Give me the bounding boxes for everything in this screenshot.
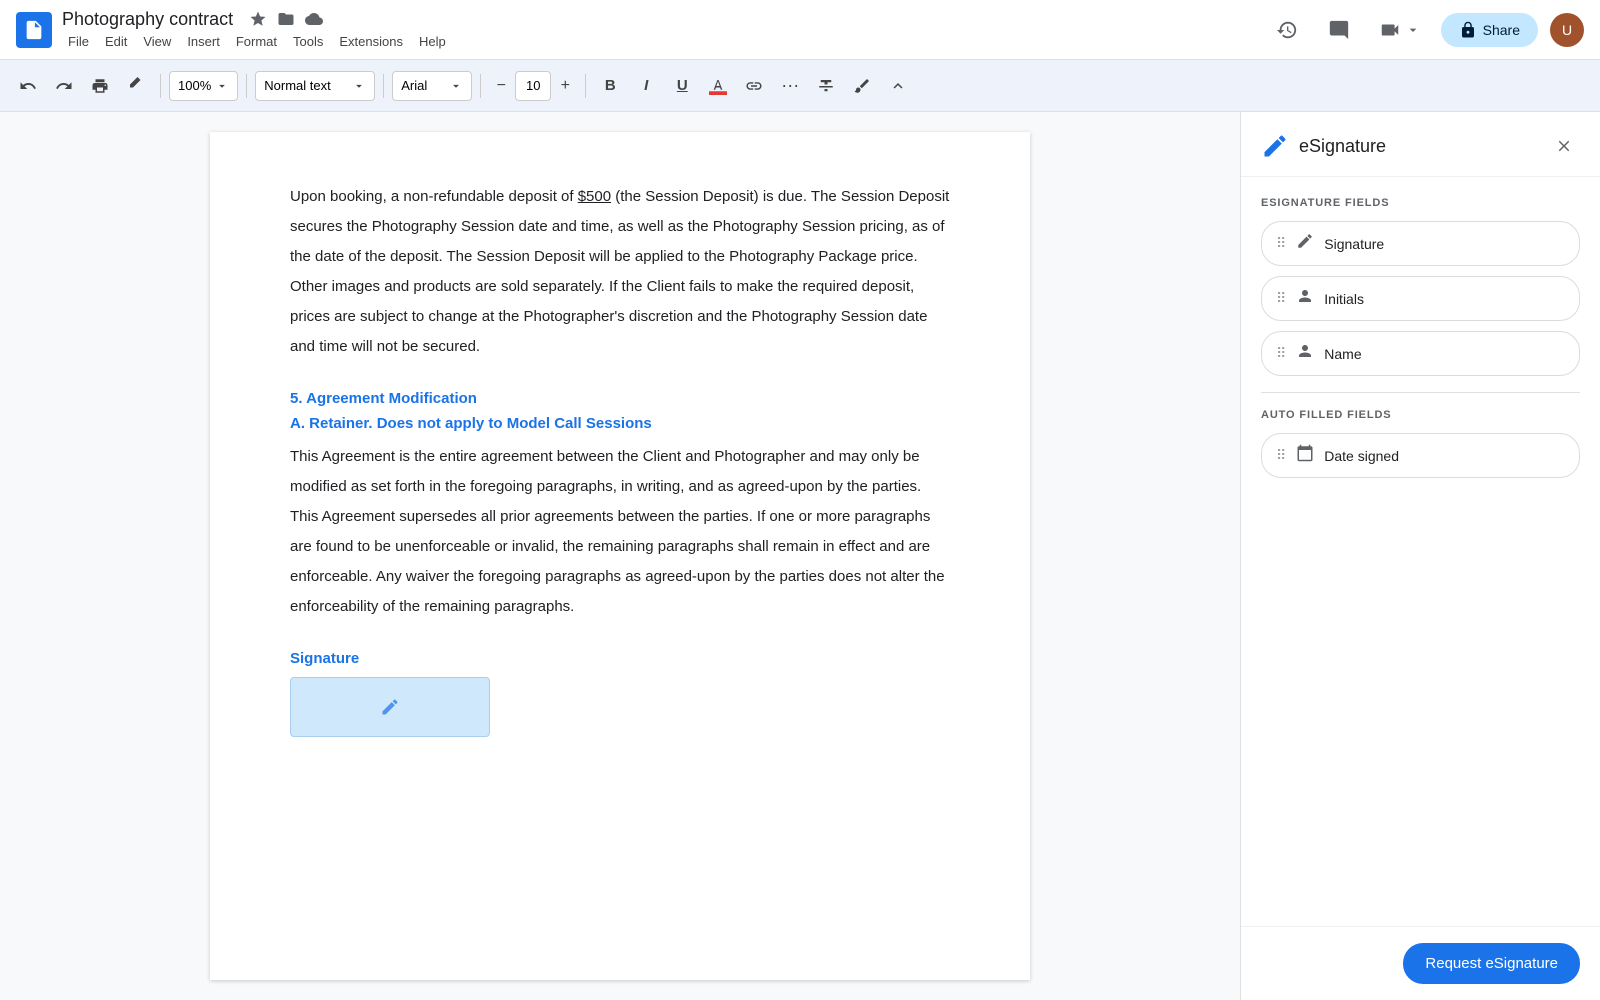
drag-handle-name[interactable]: ⠿ [1276,345,1286,362]
share-button[interactable]: Share [1441,13,1538,47]
toolbar-separator-4 [480,74,481,98]
toolbar-separator-5 [585,74,586,98]
zoom-value: 100% [178,78,211,93]
esig-footer: Request eSignature [1241,926,1600,1000]
redo-button[interactable] [48,70,80,102]
main-layout: Upon booking, a non-refundable deposit o… [0,112,1600,1000]
link-button[interactable] [738,70,770,102]
history-button[interactable] [1267,10,1307,50]
menu-format[interactable]: Format [230,32,283,51]
title-right: Share U [1267,10,1584,50]
doc-area: Upon booking, a non-refundable deposit o… [0,112,1240,1000]
print-button[interactable] [84,70,116,102]
font-size-input[interactable] [515,71,551,101]
toolbar-separator-2 [246,74,247,98]
date-signed-label: Date signed [1324,448,1399,464]
initials-field-label: Initials [1324,291,1364,307]
date-signed-field[interactable]: ⠿ Date signed [1261,433,1580,478]
doc-menu: File Edit View Insert Format Tools Exten… [62,32,452,51]
name-field-label: Name [1324,346,1361,362]
cloud-icon[interactable] [305,10,323,28]
title-info: Photography contract File Edit View Inse… [62,9,452,51]
underline-button[interactable]: U [666,70,698,102]
increase-font-button[interactable]: + [553,74,577,98]
body-paragraph-2: This Agreement is the entire agreement b… [290,442,950,622]
highlight-button[interactable] [846,70,878,102]
strikethrough-button[interactable] [810,70,842,102]
menu-help[interactable]: Help [413,32,452,51]
style-value: Normal text [264,78,330,93]
doc-page: Upon booking, a non-refundable deposit o… [210,132,1030,980]
drag-handle-signature[interactable]: ⠿ [1276,235,1286,252]
title-bar: Photography contract File Edit View Inse… [0,0,1600,60]
meet-button[interactable] [1371,10,1429,50]
signature-field[interactable]: ⠿ Signature [1261,221,1580,266]
person-icon-initials [1296,287,1314,310]
folder-icon[interactable] [277,10,295,28]
share-label: Share [1483,22,1520,38]
esig-header-icon [1261,132,1289,160]
esig-title: eSignature [1299,136,1548,157]
font-value: Arial [401,78,427,93]
section5a-heading: A. Retainer. Does not apply to Model Cal… [290,415,950,432]
menu-tools[interactable]: Tools [287,32,329,51]
toolbar-separator-1 [160,74,161,98]
esig-fields-section-label: ESIGNATURE FIELDS [1261,197,1580,209]
esignature-panel: eSignature ESIGNATURE FIELDS ⠿ Signature… [1240,112,1600,1000]
auto-fields-section-label: AUTO FILLED FIELDS [1261,409,1580,421]
toolbar: 100% Normal text Arial − + B I U ··· [0,60,1600,112]
name-field[interactable]: ⠿ Name [1261,331,1580,376]
chevron-up-button[interactable] [882,70,914,102]
more-options-button[interactable]: ··· [774,70,806,102]
body-paragraph-1: Upon booking, a non-refundable deposit o… [290,182,950,362]
signature-field-label: Signature [1324,236,1384,252]
menu-edit[interactable]: Edit [99,32,133,51]
request-esignature-button[interactable]: Request eSignature [1403,943,1580,984]
star-icon[interactable] [249,10,267,28]
comments-button[interactable] [1319,10,1359,50]
style-dropdown[interactable]: Normal text [255,71,375,101]
title-icons [249,10,323,28]
font-size-control: − + [489,71,577,101]
menu-insert[interactable]: Insert [181,32,226,51]
doc-title: Photography contract [62,9,233,30]
esig-header: eSignature [1241,112,1600,177]
signature-box[interactable] [290,677,490,737]
font-dropdown[interactable]: Arial [392,71,472,101]
avatar[interactable]: U [1550,13,1584,47]
menu-view[interactable]: View [137,32,177,51]
decrease-font-button[interactable]: − [489,74,513,98]
esig-divider [1261,392,1580,393]
signature-label: Signature [290,650,950,667]
menu-file[interactable]: File [62,32,95,51]
person-icon-name [1296,342,1314,365]
bold-button[interactable]: B [594,70,626,102]
paint-format-button[interactable] [120,70,152,102]
toolbar-separator-3 [383,74,384,98]
calendar-icon [1296,444,1314,467]
italic-button[interactable]: I [630,70,662,102]
section5-heading: 5. Agreement Modification [290,390,950,407]
menu-extensions[interactable]: Extensions [333,32,409,51]
initials-field[interactable]: ⠿ Initials [1261,276,1580,321]
undo-button[interactable] [12,70,44,102]
esig-body: ESIGNATURE FIELDS ⠿ Signature ⠿ Initials… [1241,177,1600,926]
text-color-button[interactable] [702,70,734,102]
docs-logo [16,12,52,48]
zoom-control[interactable]: 100% [169,71,238,101]
drag-handle-date[interactable]: ⠿ [1276,447,1286,464]
pen-icon [1296,232,1314,255]
drag-handle-initials[interactable]: ⠿ [1276,290,1286,307]
close-button[interactable] [1548,130,1580,162]
